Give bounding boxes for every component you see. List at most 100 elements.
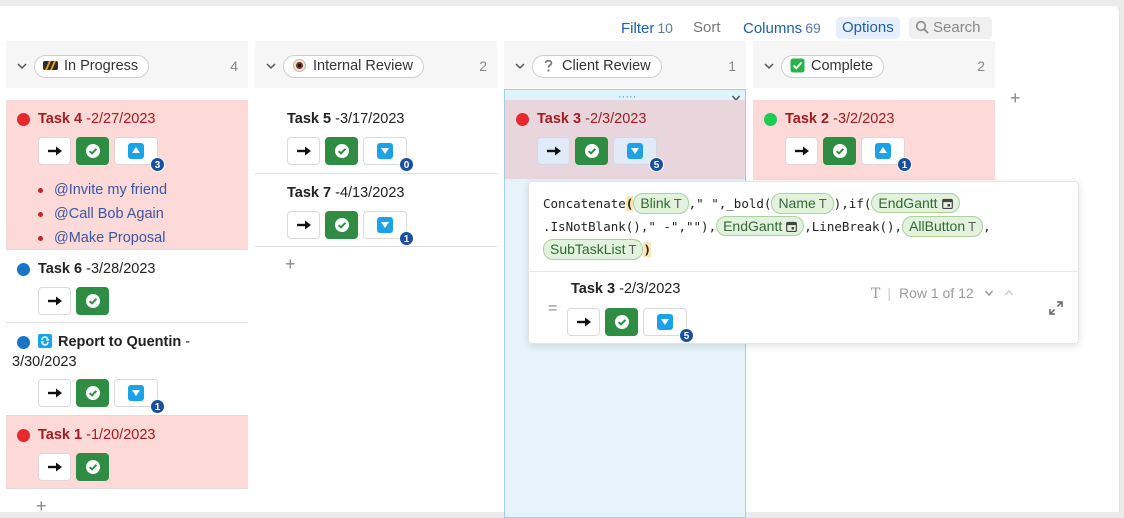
column-chip-allbutton[interactable]: AllButton T — [902, 216, 984, 237]
complete-check-button[interactable] — [76, 453, 109, 481]
status-pill-client-review[interactable]: Client Review — [532, 55, 662, 78]
preview-date: -2/3/2023 — [619, 281, 681, 297]
sort-label: Sort — [693, 19, 721, 36]
collapse-up-icon — [128, 143, 144, 159]
status-dot — [516, 113, 529, 126]
collapse-chevron-icon[interactable] — [763, 60, 775, 72]
card-name: Task 2 — [785, 111, 830, 127]
card-date: -2/3/2023 — [585, 111, 647, 127]
status-pill-in-progress[interactable]: In Progress — [34, 55, 150, 78]
card-report-to-quentin[interactable]: Report to Quentin - 3/30/2023 1 — [6, 323, 248, 416]
meta-divider: | — [887, 285, 891, 301]
move-arrow-button[interactable] — [38, 453, 71, 481]
expand-down-icon — [627, 143, 643, 159]
column-chip-name[interactable]: Name T — [771, 193, 834, 214]
subtask-link[interactable]: @Invite my friend — [38, 178, 248, 202]
subtask-count-badge: 1 — [150, 399, 165, 414]
move-arrow-button[interactable] — [537, 137, 570, 165]
complete-check-button[interactable] — [575, 137, 608, 165]
card-task-4[interactable]: Task 4 -2/27/2023 3 @Invite my friend @C… — [6, 100, 248, 250]
status-dot — [17, 263, 30, 276]
kanban-view: Filter 10 Sort Columns 69 Options Search ·… — [0, 6, 1120, 518]
next-row-chevron-icon[interactable] — [984, 288, 994, 298]
expand-icon[interactable] — [1048, 300, 1064, 316]
move-arrow-button[interactable] — [287, 137, 320, 165]
subtask-link[interactable]: @Call Bob Again — [38, 202, 248, 226]
complete-check-button[interactable] — [76, 287, 109, 315]
move-arrow-button[interactable] — [38, 379, 71, 407]
arrow-right-icon — [47, 462, 62, 472]
check-circle-icon — [85, 386, 100, 400]
move-arrow-button[interactable] — [38, 137, 71, 165]
add-column-button[interactable]: + — [1010, 88, 1021, 109]
sort-button[interactable]: Sort — [689, 17, 725, 39]
eye-icon — [293, 59, 306, 72]
card-task-1[interactable]: Task 1 -1/20/2023 — [6, 416, 248, 489]
complete-check-button[interactable] — [823, 137, 856, 165]
subtasks-toggle-button[interactable]: 5 — [613, 137, 664, 172]
question-mark-icon — [544, 59, 553, 72]
function-name: Concatenate — [543, 196, 626, 211]
formula-code[interactable]: Concatenate(Blink T ," ",_bold(Name T),if(E… — [543, 192, 1063, 261]
columns-button[interactable]: Columns 69 — [739, 17, 825, 39]
arrow-right-icon — [794, 146, 809, 156]
expand-down-icon — [657, 314, 673, 330]
matching-paren: ( — [625, 196, 634, 211]
result-type-icon[interactable]: T — [871, 286, 880, 302]
previous-row-chevron-icon[interactable] — [1004, 288, 1014, 298]
complete-check-button[interactable] — [325, 211, 358, 239]
check-circle-icon — [334, 218, 349, 232]
card-task-6[interactable]: Task 6 -3/28/2023 — [6, 250, 248, 323]
status-pill-internal-review[interactable]: Internal Review — [283, 55, 424, 78]
complete-check-button[interactable] — [605, 308, 638, 336]
collapse-chevron-icon[interactable] — [16, 60, 28, 72]
complete-check-button[interactable] — [76, 379, 109, 407]
subtasks-toggle-button[interactable]: 1 — [861, 137, 912, 172]
column-chip-endgantt[interactable]: EndGantt — [871, 193, 960, 213]
add-card-button[interactable]: + — [285, 254, 296, 275]
subtasks-toggle-button[interactable]: 0 — [363, 137, 414, 172]
card-task-3[interactable]: Task 3 -2/3/2023 5 — [505, 100, 745, 179]
column-chip-blink[interactable]: Blink T — [633, 193, 689, 214]
move-arrow-button[interactable] — [287, 211, 320, 239]
collapse-chevron-icon[interactable] — [265, 60, 277, 72]
card-task-2[interactable]: Task 2 -3/2/2023 1 — [753, 100, 995, 180]
equals-sign: = — [548, 300, 558, 317]
subtasks-toggle-button[interactable]: 3 — [114, 137, 165, 172]
add-card-button[interactable]: + — [36, 496, 47, 517]
options-button[interactable]: Options — [836, 17, 900, 39]
column-chip-endgantt[interactable]: EndGantt — [716, 216, 805, 236]
formula-editor-popup[interactable]: Concatenate(Blink T ," ",_bold(Name T),if(E… — [528, 181, 1079, 344]
card-date: -3/28/2023 — [86, 261, 156, 277]
card-date-line: 3/30/2023 — [12, 352, 248, 372]
arrow-right-icon — [47, 296, 62, 306]
collapse-chevron-icon[interactable] — [514, 60, 526, 72]
card-date-separator: - — [185, 334, 191, 350]
card-buttons: 5 — [537, 137, 745, 172]
search-button[interactable]: Search — [909, 17, 992, 39]
card-name: Report to Quentin — [58, 334, 182, 350]
complete-check-button[interactable] — [325, 137, 358, 165]
card-task-7[interactable]: Task 7 -4/13/2023 1 — [255, 174, 497, 247]
column-count: 2 — [479, 58, 487, 74]
subtask-count-badge: 5 — [679, 328, 694, 343]
expand-down-icon — [377, 143, 393, 159]
subtask-count-badge: 5 — [649, 157, 664, 172]
subtasks-toggle-button[interactable]: 5 — [643, 308, 694, 343]
subtasks-toggle-button[interactable]: 1 — [114, 379, 165, 414]
status-pill-complete[interactable]: Complete — [781, 55, 885, 78]
card-date: -3/2/2023 — [833, 111, 895, 127]
filter-button[interactable]: Filter 10 — [617, 17, 677, 39]
move-arrow-button[interactable] — [38, 287, 71, 315]
subtask-link[interactable]: @Make Proposal — [38, 226, 248, 250]
search-label: Search — [933, 19, 981, 36]
card-buttons: 1 — [287, 211, 497, 246]
column-chip-subtasklist[interactable]: SubTaskList T — [543, 239, 644, 260]
subtasks-toggle-button[interactable]: 1 — [363, 211, 414, 246]
move-arrow-button[interactable] — [785, 137, 818, 165]
move-arrow-button[interactable] — [567, 308, 600, 336]
status-dot — [17, 113, 30, 126]
expand-down-icon — [377, 217, 393, 233]
card-task-5[interactable]: Task 5 -3/17/2023 0 — [255, 100, 497, 174]
complete-check-button[interactable] — [76, 137, 109, 165]
